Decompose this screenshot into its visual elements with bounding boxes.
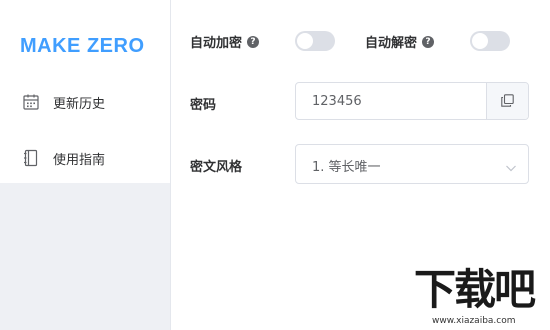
select-value: 1. 等长唯一 bbox=[312, 160, 381, 175]
copy-button[interactable] bbox=[486, 83, 528, 119]
sidebar-divider bbox=[170, 0, 171, 330]
toggle-knob bbox=[297, 33, 313, 49]
help-icon[interactable]: ? bbox=[422, 35, 435, 48]
sidebar-item-label: 使用指南 bbox=[53, 152, 106, 168]
copy-icon bbox=[501, 92, 514, 111]
chevron-down-icon bbox=[505, 159, 517, 172]
password-input[interactable] bbox=[296, 83, 488, 119]
help-icon[interactable]: ? bbox=[247, 35, 260, 48]
auto-encrypt-toggle[interactable] bbox=[295, 31, 335, 51]
calendar-icon bbox=[22, 93, 40, 111]
app-logo: MAKE ZERO bbox=[20, 35, 145, 57]
auto-decrypt-text: 自动解密 bbox=[365, 36, 418, 51]
watermark-logo: 下载吧 www.xiazaiba.com bbox=[412, 268, 550, 330]
cipher-style-select[interactable]: 1. 等长唯一 bbox=[295, 144, 529, 184]
auto-encrypt-text: 自动加密 bbox=[190, 36, 243, 51]
sidebar-item-user-guide[interactable]: 使用指南 bbox=[22, 147, 105, 169]
password-field bbox=[295, 82, 529, 120]
notebook-icon bbox=[22, 149, 40, 167]
auto-decrypt-label: 自动解密 ? bbox=[365, 32, 435, 51]
cipher-style-label: 密文风格 bbox=[190, 160, 243, 175]
sidebar-item-update-history[interactable]: 更新历史 bbox=[22, 91, 105, 113]
watermark-text: 下载吧 bbox=[414, 265, 536, 314]
auto-decrypt-toggle[interactable] bbox=[470, 31, 510, 51]
password-label: 密码 bbox=[190, 98, 217, 113]
toggle-knob bbox=[472, 33, 488, 49]
sidebar-item-label: 更新历史 bbox=[53, 96, 106, 112]
auto-encrypt-label: 自动加密 ? bbox=[190, 32, 260, 51]
watermark-url: www.xiazaiba.com bbox=[432, 316, 516, 326]
